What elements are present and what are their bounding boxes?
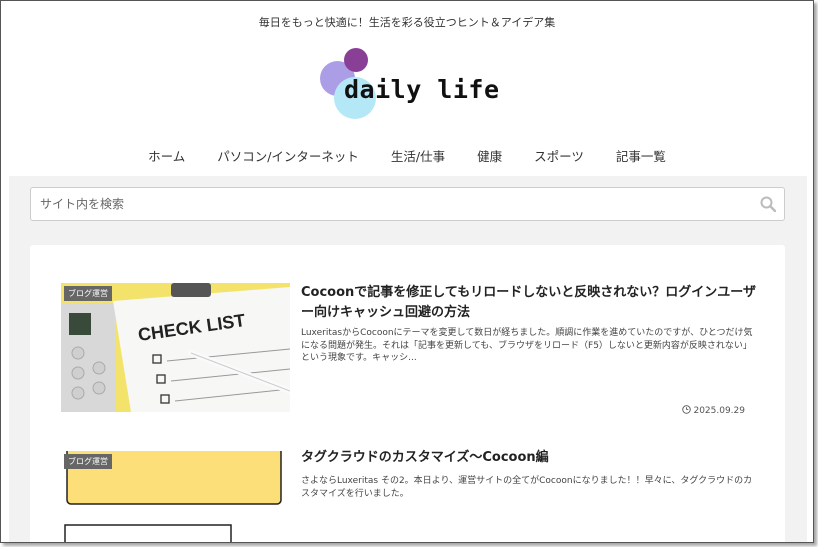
article-card[interactable]: ブログ運営 タグクラウドのカスタマイズ～Cocoon編 さよならLuxerita…: [61, 450, 752, 542]
clock-icon: [681, 405, 691, 414]
article-thumbnail[interactable]: ブログ運営: [61, 451, 290, 542]
article-title[interactable]: タグクラウドのカスタマイズ～Cocoon編: [301, 448, 756, 468]
browser-frame: 毎日をもっと快適に！生活を彩る役立つヒント＆アイデア集 daily life ホ…: [0, 0, 814, 543]
nav-item-life-work[interactable]: 生活/仕事: [375, 146, 461, 165]
article-excerpt: LuxeritasからCocoonにテーマを変更して数日が経ちました。順調に作業…: [301, 328, 753, 363]
article-title[interactable]: Cocoonで記事を修正してもリロードしないと反映されない？ログインユーザー向け…: [301, 283, 756, 323]
search-input[interactable]: [31, 188, 751, 220]
nav-item-pc-internet[interactable]: パソコン/インターネット: [201, 146, 375, 165]
search-icon[interactable]: [760, 196, 776, 212]
article-list: CHECK LIST ブログ運営 Cocoonで記事を修正してもリロードしないと…: [30, 245, 785, 542]
site-tagline: 毎日をもっと快適に！生活を彩る役立つヒント＆アイデア集: [258, 16, 556, 29]
nav-item-sports[interactable]: スポーツ: [518, 146, 600, 165]
site-logo[interactable]: daily life: [317, 47, 507, 123]
category-badge[interactable]: ブログ運営: [64, 286, 112, 301]
article-thumbnail[interactable]: CHECK LIST ブログ運営: [61, 283, 290, 412]
nav-item-health[interactable]: 健康: [461, 146, 518, 165]
nav-item-home[interactable]: ホーム: [132, 146, 201, 165]
nav-item-article-list[interactable]: 記事一覧: [600, 146, 682, 165]
post-date: 2025.09.29: [681, 405, 745, 416]
post-date-text: 2025.09.29: [693, 406, 745, 416]
article-card[interactable]: CHECK LIST ブログ運営 Cocoonで記事を修正してもリロードしないと…: [61, 283, 756, 423]
main-nav: ホーム パソコン/インターネット 生活/仕事 健康 スポーツ 記事一覧: [1, 146, 813, 165]
category-badge[interactable]: ブログ運営: [64, 454, 112, 469]
logo-circle-purple: [344, 48, 368, 72]
checklist-image: CHECK LIST: [61, 283, 290, 412]
article-excerpt: さよならLuxeritas その2。本日より、運営サイトの全てがCocoonにな…: [301, 476, 753, 499]
logo-text: daily life: [344, 75, 500, 104]
search-box: [30, 187, 785, 221]
